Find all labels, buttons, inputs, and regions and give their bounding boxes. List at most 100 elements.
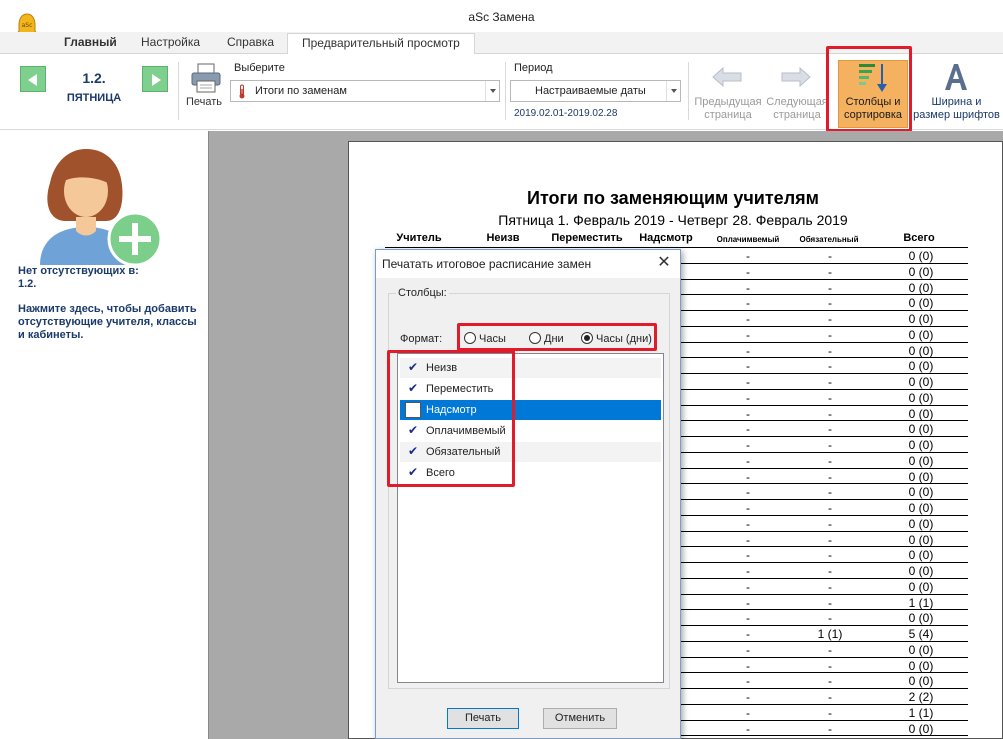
- cancel-button[interactable]: Отменить: [543, 708, 617, 729]
- table-cell: -: [828, 705, 832, 720]
- table-cell: -: [828, 485, 832, 500]
- table-cell: 1 (1): [908, 595, 934, 610]
- next-page-button[interactable]: Следующая страница: [762, 96, 832, 122]
- period-select[interactable]: Настраиваемые даты: [510, 80, 681, 102]
- table-cell: -: [746, 469, 750, 484]
- table-cell: -: [746, 359, 750, 374]
- next-day-button[interactable]: [142, 66, 168, 92]
- table-cell: -: [828, 595, 832, 610]
- table-cell: -: [746, 264, 750, 279]
- window-title: aSc Замена: [468, 10, 535, 24]
- tab-preview[interactable]: Предварительный просмотр: [287, 33, 475, 55]
- col-move: Переместить: [551, 232, 623, 244]
- table-cell: 0 (0): [908, 312, 934, 326]
- separator: [178, 62, 179, 120]
- table-cell: -: [746, 280, 750, 295]
- table-cell: -: [828, 516, 832, 531]
- width-font-button[interactable]: Ширина и размер шрифтов: [910, 96, 1003, 122]
- tab-main[interactable]: Главный: [64, 35, 117, 54]
- table-cell: -: [746, 501, 750, 515]
- table-cell: 0 (0): [908, 280, 934, 295]
- highlight-columns-list: [387, 350, 515, 487]
- table-cell: 0 (0): [908, 579, 934, 594]
- table-cell: -: [828, 438, 832, 452]
- chevron-down-icon[interactable]: [666, 81, 680, 101]
- table-cell: 0 (0): [908, 532, 934, 547]
- period-label: Период: [514, 62, 553, 74]
- table-cell: 0 (0): [908, 249, 934, 263]
- select-label: Выберите: [234, 62, 285, 74]
- highlight-columns-sort: [826, 46, 912, 132]
- day-number: 1.2.: [82, 70, 106, 86]
- tab-help[interactable]: Справка: [227, 35, 274, 54]
- tab-settings[interactable]: Настройка: [141, 35, 200, 54]
- table-cell: -: [828, 390, 832, 405]
- absent-panel[interactable]: Нет отсутствующих в: 1.2. Нажмите здесь,…: [0, 131, 208, 739]
- table-cell: -: [746, 642, 750, 657]
- table-cell: 0 (0): [908, 375, 934, 389]
- table-cell: -: [828, 674, 832, 689]
- table-cell: -: [746, 690, 750, 704]
- table-cell: -: [828, 280, 832, 295]
- dialog-titlebar: Печатать итоговое расписание замен ✕: [376, 250, 680, 278]
- table-cell: -: [828, 532, 832, 547]
- table-cell: -: [746, 327, 750, 342]
- report-select-value: Итоги по заменам: [255, 85, 347, 97]
- table-cell: 0 (0): [908, 658, 934, 673]
- close-icon[interactable]: ✕: [656, 255, 672, 271]
- table-cell: -: [828, 642, 832, 657]
- table-cell: -: [746, 296, 750, 311]
- table-cell: -: [828, 312, 832, 326]
- table-cell: -: [746, 249, 750, 263]
- report-select[interactable]: Итоги по заменам: [230, 80, 500, 102]
- table-cell: 0 (0): [908, 501, 934, 515]
- table-cell: 0 (0): [908, 422, 934, 437]
- table-cell: -: [746, 548, 750, 563]
- dialog-title: Печатать итоговое расписание замен: [382, 257, 592, 271]
- prev-day-button[interactable]: [20, 66, 46, 92]
- table-cell: 0 (0): [908, 469, 934, 484]
- table-cell: -: [828, 564, 832, 578]
- report-title: Итоги по заменяющим учителям: [527, 188, 819, 208]
- table-cell: 0 (0): [908, 516, 934, 531]
- table-cell: -: [828, 611, 832, 626]
- table-cell: -: [746, 579, 750, 594]
- table-cell: 0 (0): [908, 343, 934, 358]
- print-button-label[interactable]: Печать: [186, 96, 222, 108]
- col-teacher: Учитель: [396, 232, 442, 244]
- table-cell: 0 (0): [908, 721, 934, 736]
- add-absent-link[interactable]: Нажмите здесь, чтобы добавить отсутствую…: [18, 303, 198, 342]
- table-cell: -: [746, 532, 750, 547]
- table-cell: -: [746, 390, 750, 405]
- print-button[interactable]: Печать: [447, 708, 519, 729]
- table-cell: -: [746, 375, 750, 389]
- col-paid: Оплачимвемый: [716, 235, 780, 244]
- table-cell: -: [828, 579, 832, 594]
- chevron-down-icon[interactable]: [485, 81, 499, 101]
- table-cell: -: [746, 705, 750, 720]
- table-cell: -: [828, 296, 832, 311]
- arrow-right-icon: [781, 66, 811, 88]
- table-cell: -: [746, 658, 750, 673]
- table-cell: -: [828, 453, 832, 468]
- table-cell: -: [746, 516, 750, 531]
- table-cell: -: [746, 453, 750, 468]
- table-cell: 1 (1): [908, 705, 934, 720]
- table-cell: -: [746, 611, 750, 626]
- printer-icon[interactable]: [190, 62, 222, 94]
- table-cell: 0 (0): [908, 485, 934, 500]
- prev-page-button[interactable]: Предыдущая страница: [692, 96, 764, 122]
- table-cell: -: [746, 721, 750, 736]
- table-cell: -: [828, 690, 832, 704]
- table-cell: -: [746, 343, 750, 358]
- table-cell: 1 (1): [817, 627, 843, 641]
- table-cell: 0 (0): [908, 327, 934, 342]
- table-cell: -: [828, 375, 832, 389]
- table-cell: 0 (0): [908, 642, 934, 657]
- table-cell: 0 (0): [908, 406, 934, 421]
- table-cell: -: [828, 249, 832, 263]
- avatar-add-icon[interactable]: [36, 141, 166, 267]
- table-cell: 2 (2): [908, 690, 934, 704]
- font-icon: [945, 64, 967, 90]
- table-cell: -: [746, 406, 750, 421]
